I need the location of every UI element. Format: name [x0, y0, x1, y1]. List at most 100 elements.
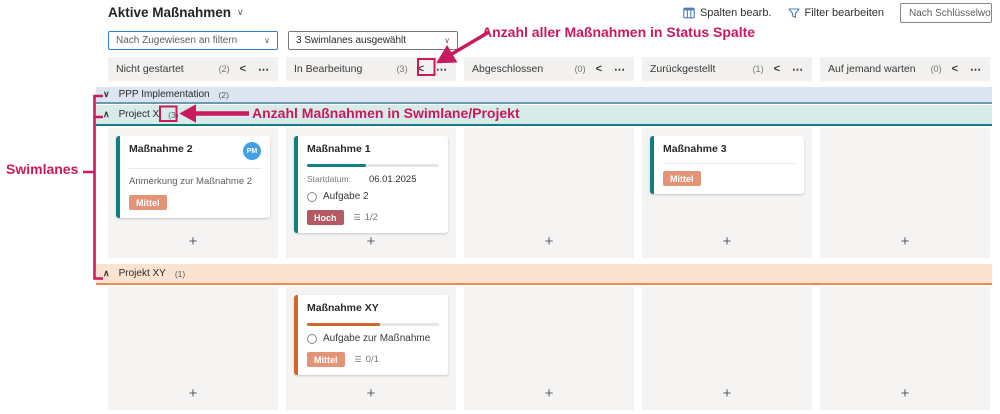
- add-task-button[interactable]: +: [367, 386, 376, 410]
- collapse-column-icon[interactable]: <: [596, 63, 602, 75]
- card-massnahme-xy[interactable]: Maßnahme XY Aufgabe zur Maßnahme Mittel …: [294, 295, 448, 375]
- start-date-label: Startdatum:: [307, 174, 351, 184]
- chevron-down-icon: ∨: [237, 7, 244, 18]
- task-label: Aufgabe 2: [323, 191, 369, 202]
- card-title: Maßnahme 3: [663, 143, 727, 155]
- edit-filter-button[interactable]: Filter bearbeiten: [788, 7, 885, 19]
- card-massnahme-3[interactable]: Maßnahme 3 Mittel: [650, 136, 804, 194]
- add-task-button[interactable]: +: [723, 386, 732, 410]
- annotation-status-count-label: Anzahl aller Maßnahmen in Status Spalte: [482, 24, 755, 40]
- progress-bar: [307, 323, 439, 326]
- chevron-up-icon[interactable]: ∧: [103, 268, 110, 279]
- swimlane-project-x-row: Maßnahme 2 PM Anmerkung zur Maßnahme 2 M…: [96, 128, 992, 258]
- card-massnahme-1[interactable]: Maßnahme 1 Startdatum: 06.01.2025 Aufgab…: [294, 136, 448, 233]
- swimlane-header-ppp-implementation[interactable]: ∨ PPP Implementation (2): [96, 87, 992, 104]
- page-title-label: Aktive Maßnahmen: [108, 5, 231, 20]
- chevron-up-icon[interactable]: ∧: [103, 109, 110, 120]
- add-task-button[interactable]: +: [901, 234, 910, 258]
- edit-columns-button[interactable]: Spalten bearb.: [683, 7, 772, 19]
- cell-zurueckgestellt-project-x: Maßnahme 3 Mittel +: [642, 128, 812, 258]
- search-input[interactable]: Nach Schlüsselwort fi...: [900, 3, 992, 23]
- more-options-icon[interactable]: ⋯: [258, 63, 270, 76]
- toolbar: Spalten bearb. Filter bearbeiten Nach Sc…: [683, 3, 992, 23]
- card-note: Anmerkung zur Maßnahme 2: [129, 176, 261, 187]
- task-label: Aufgabe zur Maßnahme: [323, 333, 430, 344]
- chevron-down-icon: ∨: [264, 36, 270, 45]
- checklist-progress: ☰ 1/2: [354, 212, 378, 223]
- cell-in-bearbeitung-project-x: Maßnahme 1 Startdatum: 06.01.2025 Aufgab…: [286, 128, 456, 258]
- edit-columns-label: Spalten bearb.: [700, 7, 772, 19]
- column-label: In Bearbeitung: [294, 63, 397, 75]
- column-count: (0): [575, 64, 586, 74]
- cell-auf-jemand-warten-project-x: +: [820, 128, 990, 258]
- add-task-button[interactable]: +: [723, 234, 732, 258]
- swimlane-projekt-xy-row: + Maßnahme XY Aufgabe zur Maßnahme Mitte…: [96, 287, 992, 410]
- more-options-icon[interactable]: ⋯: [436, 63, 448, 76]
- progress-fill: [307, 323, 380, 326]
- task-checkbox[interactable]: [307, 192, 317, 202]
- swimlane-filter-value: 3 Swimlanes ausgewählt: [296, 35, 406, 46]
- column-header-nicht-gestartet: Nicht gestartet (2) < ⋯: [108, 57, 278, 81]
- swimlane-header-projekt-xy[interactable]: ∧ Projekt XY (1): [96, 264, 992, 285]
- column-label: Abgeschlossen: [472, 63, 575, 75]
- chevron-down-icon[interactable]: ∨: [103, 89, 110, 100]
- cell-nicht-gestartet-project-x: Maßnahme 2 PM Anmerkung zur Maßnahme 2 M…: [108, 128, 278, 258]
- cell-zurueckgestellt-projekt-xy: +: [642, 287, 812, 410]
- add-task-button[interactable]: +: [189, 386, 198, 410]
- add-task-button[interactable]: +: [901, 386, 910, 410]
- column-header-auf-jemand-warten: Auf jemand warten (0) < ⋯: [820, 57, 990, 81]
- card-title: Maßnahme XY: [307, 302, 379, 314]
- more-options-icon[interactable]: ⋯: [792, 63, 804, 76]
- cell-nicht-gestartet-projekt-xy: +: [108, 287, 278, 410]
- checklist-progress: ☰ 0/1: [355, 354, 379, 365]
- task-checkbox[interactable]: [307, 334, 317, 344]
- column-header-abgeschlossen: Abgeschlossen (0) < ⋯: [464, 57, 634, 81]
- add-task-button[interactable]: +: [545, 386, 554, 410]
- cell-auf-jemand-warten-projekt-xy: +: [820, 287, 990, 410]
- card-title: Maßnahme 2: [129, 143, 193, 155]
- kanban-board: Nicht gestartet (2) < ⋯ In Bearbeitung (…: [96, 57, 992, 410]
- progress-fill: [307, 164, 366, 167]
- assigned-filter-dropdown[interactable]: Nach Zugewiesen an filtern ∨: [108, 31, 278, 50]
- add-task-button[interactable]: +: [545, 234, 554, 258]
- priority-badge: Mittel: [663, 171, 701, 186]
- column-count-highlighted: (3): [397, 64, 408, 74]
- swimlane-label: Project X: [119, 109, 160, 120]
- card-title: Maßnahme 1: [307, 143, 371, 155]
- assigned-filter-value: Nach Zugewiesen an filtern: [116, 35, 237, 46]
- page-title[interactable]: Aktive Maßnahmen ∨: [108, 5, 244, 20]
- checklist-count: 0/1: [366, 354, 379, 365]
- priority-badge: Hoch: [307, 210, 344, 225]
- columns-icon: [683, 7, 695, 19]
- annotation-swimlanes-label: Swimlanes: [6, 161, 78, 177]
- swimlane-count-highlighted: (3): [168, 110, 178, 120]
- swimlane-count: (2): [219, 90, 229, 100]
- cell-abgeschlossen-projekt-xy: +: [464, 287, 634, 410]
- filter-bar: Nach Zugewiesen an filtern ∨ 3 Swimlanes…: [108, 31, 458, 50]
- cell-in-bearbeitung-projekt-xy: Maßnahme XY Aufgabe zur Maßnahme Mittel …: [286, 287, 456, 410]
- collapse-column-icon[interactable]: <: [774, 63, 780, 75]
- swimlane-filter-dropdown[interactable]: 3 Swimlanes ausgewählt ∨: [288, 31, 458, 50]
- filter-icon: [788, 7, 800, 19]
- collapse-column-icon[interactable]: <: [418, 63, 424, 75]
- column-label: Auf jemand warten: [828, 63, 931, 75]
- cell-abgeschlossen-project-x: +: [464, 128, 634, 258]
- edit-filter-label: Filter bearbeiten: [805, 7, 885, 19]
- start-date-value: 06.01.2025: [369, 174, 417, 185]
- card-divider: [129, 168, 261, 169]
- search-placeholder: Nach Schlüsselwort fi...: [909, 8, 992, 19]
- column-label: Zurückgestellt: [650, 63, 753, 75]
- card-massnahme-2[interactable]: Maßnahme 2 PM Anmerkung zur Maßnahme 2 M…: [116, 136, 270, 218]
- add-task-button[interactable]: +: [367, 234, 376, 258]
- add-task-button[interactable]: +: [189, 234, 198, 258]
- collapse-column-icon[interactable]: <: [240, 63, 246, 75]
- more-options-icon[interactable]: ⋯: [614, 63, 626, 76]
- column-header-in-bearbeitung: In Bearbeitung (3) < ⋯: [286, 57, 456, 81]
- collapse-column-icon[interactable]: <: [952, 63, 958, 75]
- avatar[interactable]: PM: [243, 142, 261, 160]
- card-divider: [663, 163, 795, 164]
- swimlane-header-project-x[interactable]: ∧ Project X (3): [96, 105, 992, 126]
- swimlane-count: (1): [175, 269, 185, 279]
- more-options-icon[interactable]: ⋯: [970, 63, 982, 76]
- checklist-icon: ☰: [355, 355, 362, 364]
